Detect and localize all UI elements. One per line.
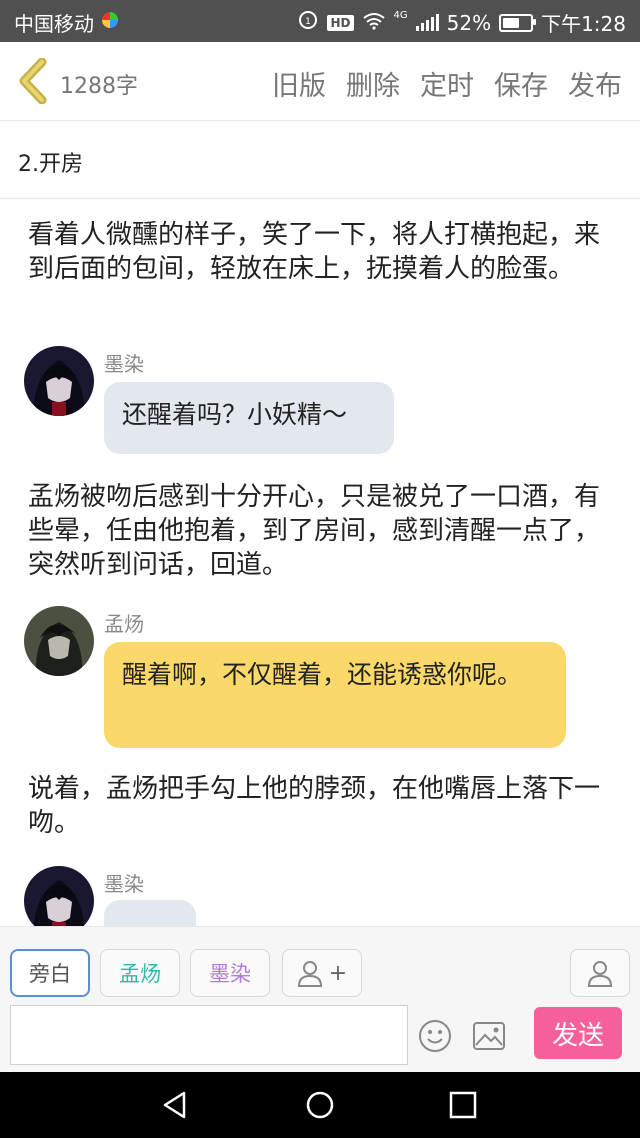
- system-nav-bar: [0, 1072, 640, 1138]
- chapter-title-field[interactable]: 2.开房: [0, 120, 640, 199]
- chevron-left-icon: [19, 57, 47, 105]
- smiley-icon: [419, 1020, 451, 1052]
- battery-icon: [499, 13, 537, 32]
- back-triangle-icon[interactable]: [160, 1090, 190, 1120]
- image-icon: [473, 1022, 505, 1050]
- send-button[interactable]: 发送: [534, 1007, 622, 1059]
- message-input[interactable]: [10, 1005, 408, 1065]
- sync-icon: 1: [297, 9, 319, 36]
- publish-button[interactable]: 发布: [568, 64, 622, 103]
- story-content[interactable]: 看着人微醺的样子，笑了一下，将人打横抱起，来到后面的包间，轻放在床上，抚摸着人的…: [0, 198, 640, 926]
- message-bubble[interactable]: 还醒着吗？小妖精～: [104, 382, 394, 454]
- chip-moran[interactable]: 墨染: [190, 949, 270, 997]
- schedule-button[interactable]: 定时: [420, 64, 474, 103]
- chip-label: 孟炀: [119, 962, 161, 986]
- word-count: 1288字: [60, 74, 138, 99]
- character-manager-button[interactable]: [570, 949, 630, 997]
- message-bubble[interactable]: 醒着啊，不仅醒着，还能诱惑你呢。: [104, 642, 566, 748]
- signal-icon: [415, 13, 439, 31]
- avatar-image: [24, 346, 94, 416]
- chip-label: 旁白: [29, 962, 71, 986]
- carrier-label: 中国移动: [14, 12, 94, 36]
- avatar-image: [24, 866, 94, 926]
- chip-label: 墨染: [209, 962, 251, 986]
- image-button[interactable]: [472, 1021, 506, 1051]
- avatar-mengyang[interactable]: [24, 606, 94, 676]
- save-button[interactable]: 保存: [494, 64, 548, 103]
- emoji-button[interactable]: [418, 1019, 452, 1053]
- speaker-name: 墨染: [104, 352, 144, 376]
- home-circle-icon[interactable]: [305, 1090, 335, 1120]
- network-type-label: 4G: [393, 10, 408, 21]
- app-logo-icon: [100, 10, 120, 35]
- clock: 下午1:28: [541, 12, 626, 36]
- avatar-moran[interactable]: [24, 346, 94, 416]
- delete-button[interactable]: 删除: [346, 64, 400, 103]
- recents-square-icon[interactable]: [448, 1090, 478, 1120]
- avatar-moran[interactable]: [24, 866, 94, 926]
- narration-paragraph[interactable]: 说着，孟炀把手勾上他的脖颈，在他嘴唇上落下一吻。: [28, 772, 608, 840]
- battery-percent: 52%: [446, 10, 492, 35]
- add-label: +: [328, 960, 348, 986]
- user-icon: [587, 961, 613, 987]
- chapter-title: 2.开房: [18, 152, 83, 177]
- back-button[interactable]: [16, 57, 50, 105]
- status-bar: 中国移动 1 HD 4G 52% 下午1:28: [0, 0, 640, 42]
- old-version-button[interactable]: 旧版: [272, 64, 326, 103]
- user-add-icon: [297, 961, 322, 987]
- speaker-name: 墨染: [104, 872, 144, 896]
- narration-paragraph[interactable]: 看着人微醺的样子，笑了一下，将人打横抱起，来到后面的包间，轻放在床上，抚摸着人的…: [28, 218, 608, 286]
- chip-mengyang[interactable]: 孟炀: [100, 949, 180, 997]
- narration-paragraph[interactable]: 孟炀被吻后感到十分开心，只是被兑了一口酒，有些晕，任由他抱着，到了房间，感到清醒…: [28, 480, 608, 582]
- editor-toolbar: 1288字 旧版 删除 定时 保存 发布: [0, 42, 640, 121]
- message-bubble[interactable]: [104, 900, 196, 926]
- chip-narrator[interactable]: 旁白: [10, 949, 90, 997]
- svg-text:1: 1: [306, 17, 312, 27]
- compose-panel: 旁白 孟炀 墨染 + 发送: [0, 926, 640, 1073]
- hd-icon: HD: [327, 14, 354, 31]
- speaker-name: 孟炀: [104, 612, 144, 636]
- avatar-image: [24, 606, 94, 676]
- add-character-button[interactable]: +: [282, 949, 362, 997]
- wifi-icon: [362, 11, 386, 35]
